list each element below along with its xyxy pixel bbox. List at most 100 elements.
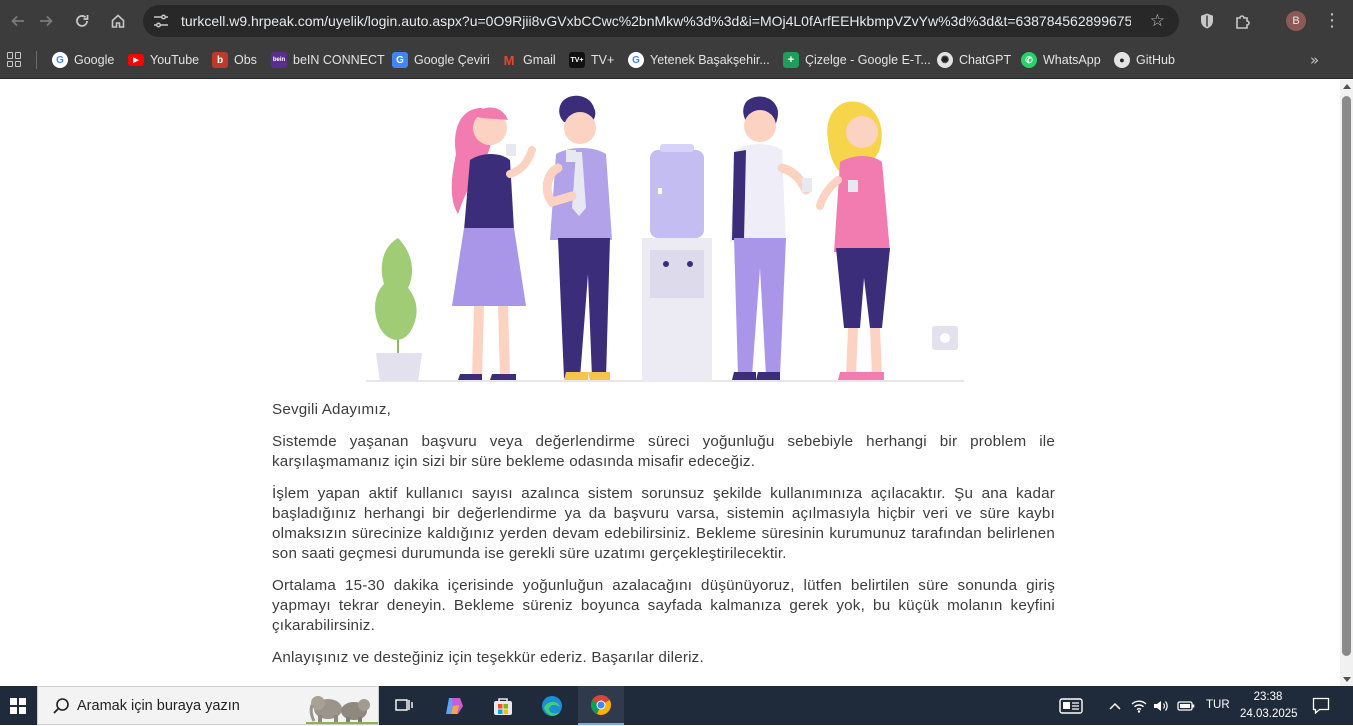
google-translate-icon: G: [392, 52, 408, 68]
page-viewport: Sevgili Adayımız, Sistemde yaşanan başvu…: [0, 80, 1340, 686]
google-icon: G: [52, 52, 68, 68]
bookmark-label: Obs: [234, 53, 257, 67]
plant-illustration: [375, 238, 422, 381]
man-white-shirt-illustration: [730, 96, 812, 380]
reload-icon: [76, 15, 89, 27]
notification-icon[interactable]: [1311, 697, 1331, 714]
microsoft-store-icon: [494, 697, 512, 715]
chatgpt-icon: ✺: [937, 52, 953, 68]
google-sheets-icon: +: [783, 52, 799, 68]
bookmark-google[interactable]: G Google: [52, 49, 114, 71]
wifi-icon[interactable]: [1131, 697, 1147, 714]
home-button[interactable]: [106, 9, 130, 33]
bookmark-label: beIN CONNECT: [293, 53, 385, 67]
tvplus-icon: TV+: [569, 52, 585, 68]
task-view-icon: [395, 698, 413, 711]
bookmark-label: Gmail: [523, 53, 556, 67]
arrow-right-icon: [40, 15, 53, 27]
bookmark-yetenek[interactable]: G Yetenek Başakşehir...: [628, 49, 770, 71]
greeting-text: Sevgili Adayımız,: [272, 401, 392, 418]
reload-button[interactable]: [70, 9, 94, 33]
chrome-icon: [591, 694, 611, 715]
page-scrollbar[interactable]: [1340, 80, 1353, 686]
bookmark-label: Yetenek Başakşehir...: [650, 53, 770, 67]
clock-time[interactable]: 23:38: [1240, 689, 1296, 705]
bookmarks-separator: [36, 51, 37, 69]
bookmark-whatsapp[interactable]: ✆ WhatsApp: [1021, 49, 1101, 71]
address-bar[interactable]: turkcell.w9.hrpeak.com/uyelik/login.auto…: [143, 5, 1179, 37]
woman-blonde-hair-illustration: [816, 101, 890, 380]
news-widget-icon[interactable]: [1058, 697, 1084, 714]
extensions-puzzle-icon[interactable]: [1232, 10, 1254, 32]
bookmark-tvplus[interactable]: TV+ TV+: [569, 49, 614, 71]
wall-outlet-illustration: [932, 326, 958, 350]
scroll-down-arrow-icon[interactable]: [1343, 677, 1351, 682]
bookmark-label: ChatGPT: [959, 53, 1012, 67]
message-paragraph: Ortalama 15-30 dakika içerisinde yoğunlu…: [272, 577, 1055, 634]
edge-button[interactable]: [529, 686, 575, 725]
clock-date[interactable]: 24.03.2025: [1240, 706, 1298, 722]
obs-icon: b: [212, 52, 228, 68]
browser-toolbar: turkcell.w9.hrpeak.com/uyelik/login.auto…: [0, 0, 1353, 42]
copilot-icon: [446, 697, 463, 714]
waiting-room-message: Sevgili Adayımız, Sistemde yaşanan başvu…: [272, 400, 1055, 680]
bookmark-label: YouTube: [150, 53, 200, 67]
forward-button[interactable]: [34, 9, 58, 33]
input-language[interactable]: TUR: [1206, 686, 1230, 725]
bookmark-label: WhatsApp: [1043, 53, 1101, 67]
waiting-room-illustration: [366, 95, 964, 382]
taskbar-search-box[interactable]: Aramak için buraya yazın: [37, 686, 379, 725]
whatsapp-icon: ✆: [1021, 52, 1037, 68]
search-icon: [53, 698, 69, 714]
bookmarks-bar: G Google ▶ YouTube b Obs bein beIN CONNE…: [0, 42, 1353, 79]
bookmark-obs[interactable]: b Obs: [212, 49, 257, 71]
bookmark-youtube[interactable]: ▶ YouTube: [128, 49, 199, 71]
apps-grid-icon[interactable]: [7, 52, 22, 67]
bookmark-label: TV+: [591, 53, 615, 67]
message-paragraph: Anlayışınız ve desteğiniz için teşekkür …: [272, 649, 704, 666]
edge-icon: [542, 695, 562, 716]
search-placeholder[interactable]: Aramak için buraya yazın: [77, 687, 240, 726]
github-icon: ●: [1114, 52, 1130, 68]
scroll-up-arrow-icon[interactable]: [1343, 84, 1351, 89]
copilot-button[interactable]: [431, 686, 477, 725]
windows-logo-icon: [10, 697, 26, 714]
start-button[interactable]: [0, 686, 36, 725]
elephants-search-highlight-icon: [306, 696, 378, 724]
url-text[interactable]: turkcell.w9.hrpeak.com/uyelik/login.auto…: [181, 5, 1131, 37]
bookmark-label: GitHub: [1136, 53, 1175, 67]
youtube-icon: ▶: [128, 54, 144, 66]
site-info-icon[interactable]: [152, 12, 170, 30]
bookmark-chatgpt[interactable]: ✺ ChatGPT: [937, 49, 1011, 71]
chrome-button[interactable]: [578, 686, 624, 725]
home-icon: [111, 14, 125, 28]
browser-menu-icon[interactable]: ⋮: [1322, 10, 1342, 32]
profile-avatar[interactable]: B: [1286, 11, 1306, 31]
windows-taskbar: Aramak için buraya yazın TUR 23:38 24.03…: [0, 686, 1353, 725]
bookmark-star-icon[interactable]: ☆: [1150, 11, 1165, 31]
man-purple-shirt-illustration: [542, 95, 612, 380]
bein-icon: bein: [271, 52, 287, 68]
bookmark-gmail[interactable]: M Gmail: [501, 49, 556, 71]
message-paragraph: Sistemde yaşanan başvuru veya değerlendi…: [272, 433, 1055, 470]
bookmark-bein[interactable]: bein beIN CONNECT: [271, 49, 385, 71]
woman-pink-hair-illustration: [451, 107, 536, 380]
battery-icon[interactable]: [1177, 697, 1195, 714]
bookmark-sheets[interactable]: + Çizelge - Google E-T...: [783, 49, 931, 71]
bookmark-github[interactable]: ● GitHub: [1114, 49, 1175, 71]
scrollbar-thumb[interactable]: [1342, 96, 1351, 656]
gmail-icon: M: [503, 52, 515, 68]
water-cooler-illustration: [642, 144, 712, 382]
shield-extension-icon[interactable]: [1196, 10, 1218, 32]
back-button[interactable]: [6, 9, 30, 33]
bookmark-google-translate[interactable]: G Google Çeviri: [392, 49, 490, 71]
more-bookmarks-chevron-icon[interactable]: »: [1310, 51, 1319, 69]
google-icon: G: [628, 52, 644, 68]
microsoft-store-button[interactable]: [480, 686, 526, 725]
chevron-up-icon[interactable]: [1107, 697, 1123, 714]
bookmark-label: Çizelge - Google E-T...: [805, 53, 931, 67]
arrow-left-icon: [11, 15, 24, 27]
volume-icon[interactable]: [1153, 697, 1169, 714]
bookmark-label: Google: [74, 53, 115, 67]
task-view-button[interactable]: [381, 686, 427, 725]
